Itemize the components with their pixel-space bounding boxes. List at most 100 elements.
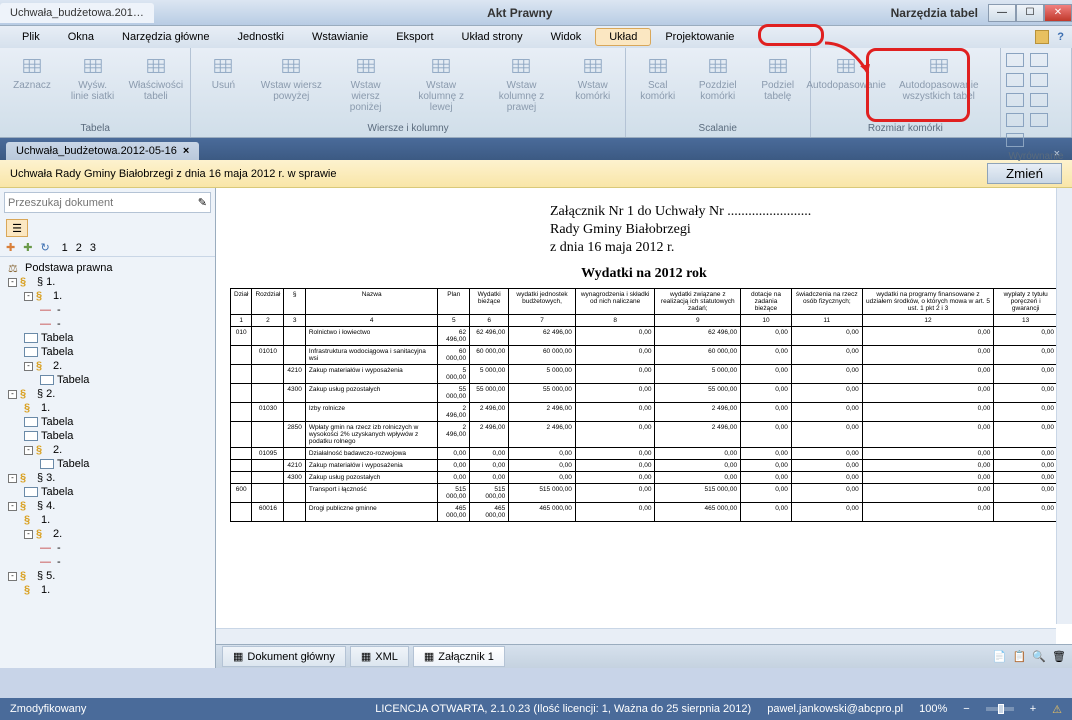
expand-icon[interactable]: - (8, 390, 17, 399)
cell[interactable]: 60016 (252, 503, 284, 522)
cell[interactable]: 515 000,00 (438, 484, 470, 503)
close-tab-icon[interactable]: × (183, 145, 189, 157)
expand-icon[interactable]: - (8, 502, 17, 511)
tree-node[interactable]: Tabela (4, 345, 211, 359)
cell[interactable]: 0,00 (470, 448, 509, 460)
cell[interactable] (284, 484, 305, 503)
cell[interactable]: 0,00 (862, 403, 994, 422)
cell[interactable]: 515 000,00 (509, 484, 576, 503)
cell[interactable]: 0,00 (994, 365, 1058, 384)
cell[interactable]: 0,00 (862, 327, 994, 346)
align-cell-icon[interactable] (1030, 53, 1048, 67)
cell[interactable] (284, 448, 305, 460)
align-cell-icon[interactable] (1006, 73, 1024, 87)
cell[interactable]: 60 000,00 (655, 346, 741, 365)
tree-node[interactable]: -§2. (4, 443, 211, 457)
align-cell-icon[interactable] (1006, 53, 1024, 67)
cell[interactable]: 0,00 (791, 448, 862, 460)
cell[interactable]: 60 000,00 (470, 346, 509, 365)
cell[interactable]: 0,00 (994, 448, 1058, 460)
ribbon-btn-autodopasowanie[interactable]: Autodopasowanie (815, 52, 878, 94)
cell[interactable] (252, 484, 284, 503)
cell[interactable]: 465 000,00 (655, 503, 741, 522)
maximize-button[interactable]: ☐ (1016, 4, 1044, 22)
cell[interactable] (284, 327, 305, 346)
cell[interactable]: 0,00 (791, 346, 862, 365)
cell[interactable] (252, 327, 284, 346)
cell[interactable]: 0,00 (994, 472, 1058, 484)
structure-tree[interactable]: ⚖Podstawa prawna-§§ 1.-§1.—-—-TabelaTabe… (0, 257, 215, 668)
menu-układ-strony[interactable]: Układ strony (448, 28, 537, 46)
tree-node[interactable]: Tabela (4, 373, 211, 387)
zoom-slider[interactable] (986, 707, 1014, 711)
cell[interactable]: 0,00 (791, 472, 862, 484)
search-input[interactable] (8, 197, 198, 209)
cell[interactable]: 0,00 (741, 365, 792, 384)
cell[interactable]: Zakup usług pozostałych (305, 472, 438, 484)
cell[interactable]: 465 000,00 (438, 503, 470, 522)
eraser-icon[interactable]: ✎ (198, 196, 207, 209)
cell[interactable]: 0,00 (655, 448, 741, 460)
cell[interactable] (231, 346, 252, 365)
cell[interactable]: 0,00 (994, 484, 1058, 503)
folder-icon[interactable] (1035, 30, 1049, 44)
cell[interactable]: 0,00 (791, 403, 862, 422)
cell[interactable]: Drogi publiczne gminne (305, 503, 438, 522)
cell[interactable]: 0,00 (994, 384, 1058, 403)
cell[interactable]: 01095 (252, 448, 284, 460)
cell[interactable]: 5 000,00 (509, 365, 576, 384)
cell[interactable]: Wpłaty gmin na rzecz izb rolniczych w wy… (305, 422, 438, 448)
ribbon-btn-wstaw-kolumnę-z-prawej[interactable]: Wstaw kolumnę z prawej (482, 52, 560, 116)
cell[interactable]: 2 496,00 (509, 422, 576, 448)
cell[interactable]: 0,00 (575, 346, 655, 365)
cell[interactable]: 0,00 (509, 460, 576, 472)
document-tab[interactable]: Uchwała_budżetowa.2012-05-16 × (6, 142, 199, 160)
cell[interactable]: 0,00 (575, 384, 655, 403)
tree-node[interactable]: -§§ 1. (4, 275, 211, 289)
cell[interactable]: 4210 (284, 365, 305, 384)
cell[interactable] (252, 472, 284, 484)
expand-icon[interactable]: - (24, 292, 33, 301)
refresh-icon[interactable]: ↻ (40, 241, 49, 254)
cell[interactable]: 62 496,00 (470, 327, 509, 346)
tool-icon-1[interactable]: ✚ (6, 241, 15, 254)
menu-wstawianie[interactable]: Wstawianie (298, 28, 382, 46)
cell[interactable]: 4300 (284, 472, 305, 484)
cell[interactable] (231, 365, 252, 384)
page-num-1[interactable]: 1 (62, 242, 68, 254)
tree-node[interactable]: Tabela (4, 457, 211, 471)
help-icon[interactable]: ? (1057, 31, 1064, 43)
cell[interactable] (284, 503, 305, 522)
cell[interactable]: 62 496,00 (438, 327, 470, 346)
cell[interactable]: 0,00 (741, 460, 792, 472)
cell[interactable]: 0,00 (470, 472, 509, 484)
tree-node[interactable]: -§1. (4, 289, 211, 303)
cell[interactable]: Zakup materiałów i wyposażenia (305, 460, 438, 472)
tree-node[interactable]: -§§ 2. (4, 387, 211, 401)
search-box[interactable]: ✎ (4, 192, 211, 213)
cell[interactable]: 2 496,00 (509, 403, 576, 422)
cell[interactable]: 55 000,00 (509, 384, 576, 403)
cell[interactable]: 2 496,00 (470, 403, 509, 422)
cell[interactable] (231, 460, 252, 472)
cell[interactable]: 515 000,00 (655, 484, 741, 503)
tree-node[interactable]: -§§ 3. (4, 471, 211, 485)
menu-okna[interactable]: Okna (54, 28, 108, 46)
cell[interactable]: 0,00 (862, 422, 994, 448)
ribbon-btn-wstaw-komórki[interactable]: Wstaw komórki (565, 52, 621, 105)
cell[interactable]: 0,00 (791, 365, 862, 384)
bottom-tab-xml[interactable]: ▦XML (350, 646, 409, 667)
tree-node[interactable]: §1. (4, 401, 211, 415)
cell[interactable] (284, 403, 305, 422)
view-mode-icon[interactable]: ☰ (6, 219, 28, 237)
cell[interactable]: Zakup materiałów i wyposażenia (305, 365, 438, 384)
tool-icon[interactable]: 📄 (993, 650, 1007, 663)
cell[interactable] (252, 365, 284, 384)
ribbon-btn-właściwości-tabeli[interactable]: Właściwości tabeli (125, 52, 186, 105)
tree-node[interactable]: —- (4, 541, 211, 555)
tree-node[interactable]: -§§ 5. (4, 569, 211, 583)
cell[interactable] (284, 346, 305, 365)
cell[interactable]: 60 000,00 (509, 346, 576, 365)
zoom-in-icon[interactable]: + (1030, 703, 1036, 715)
cell[interactable]: 0,00 (655, 472, 741, 484)
